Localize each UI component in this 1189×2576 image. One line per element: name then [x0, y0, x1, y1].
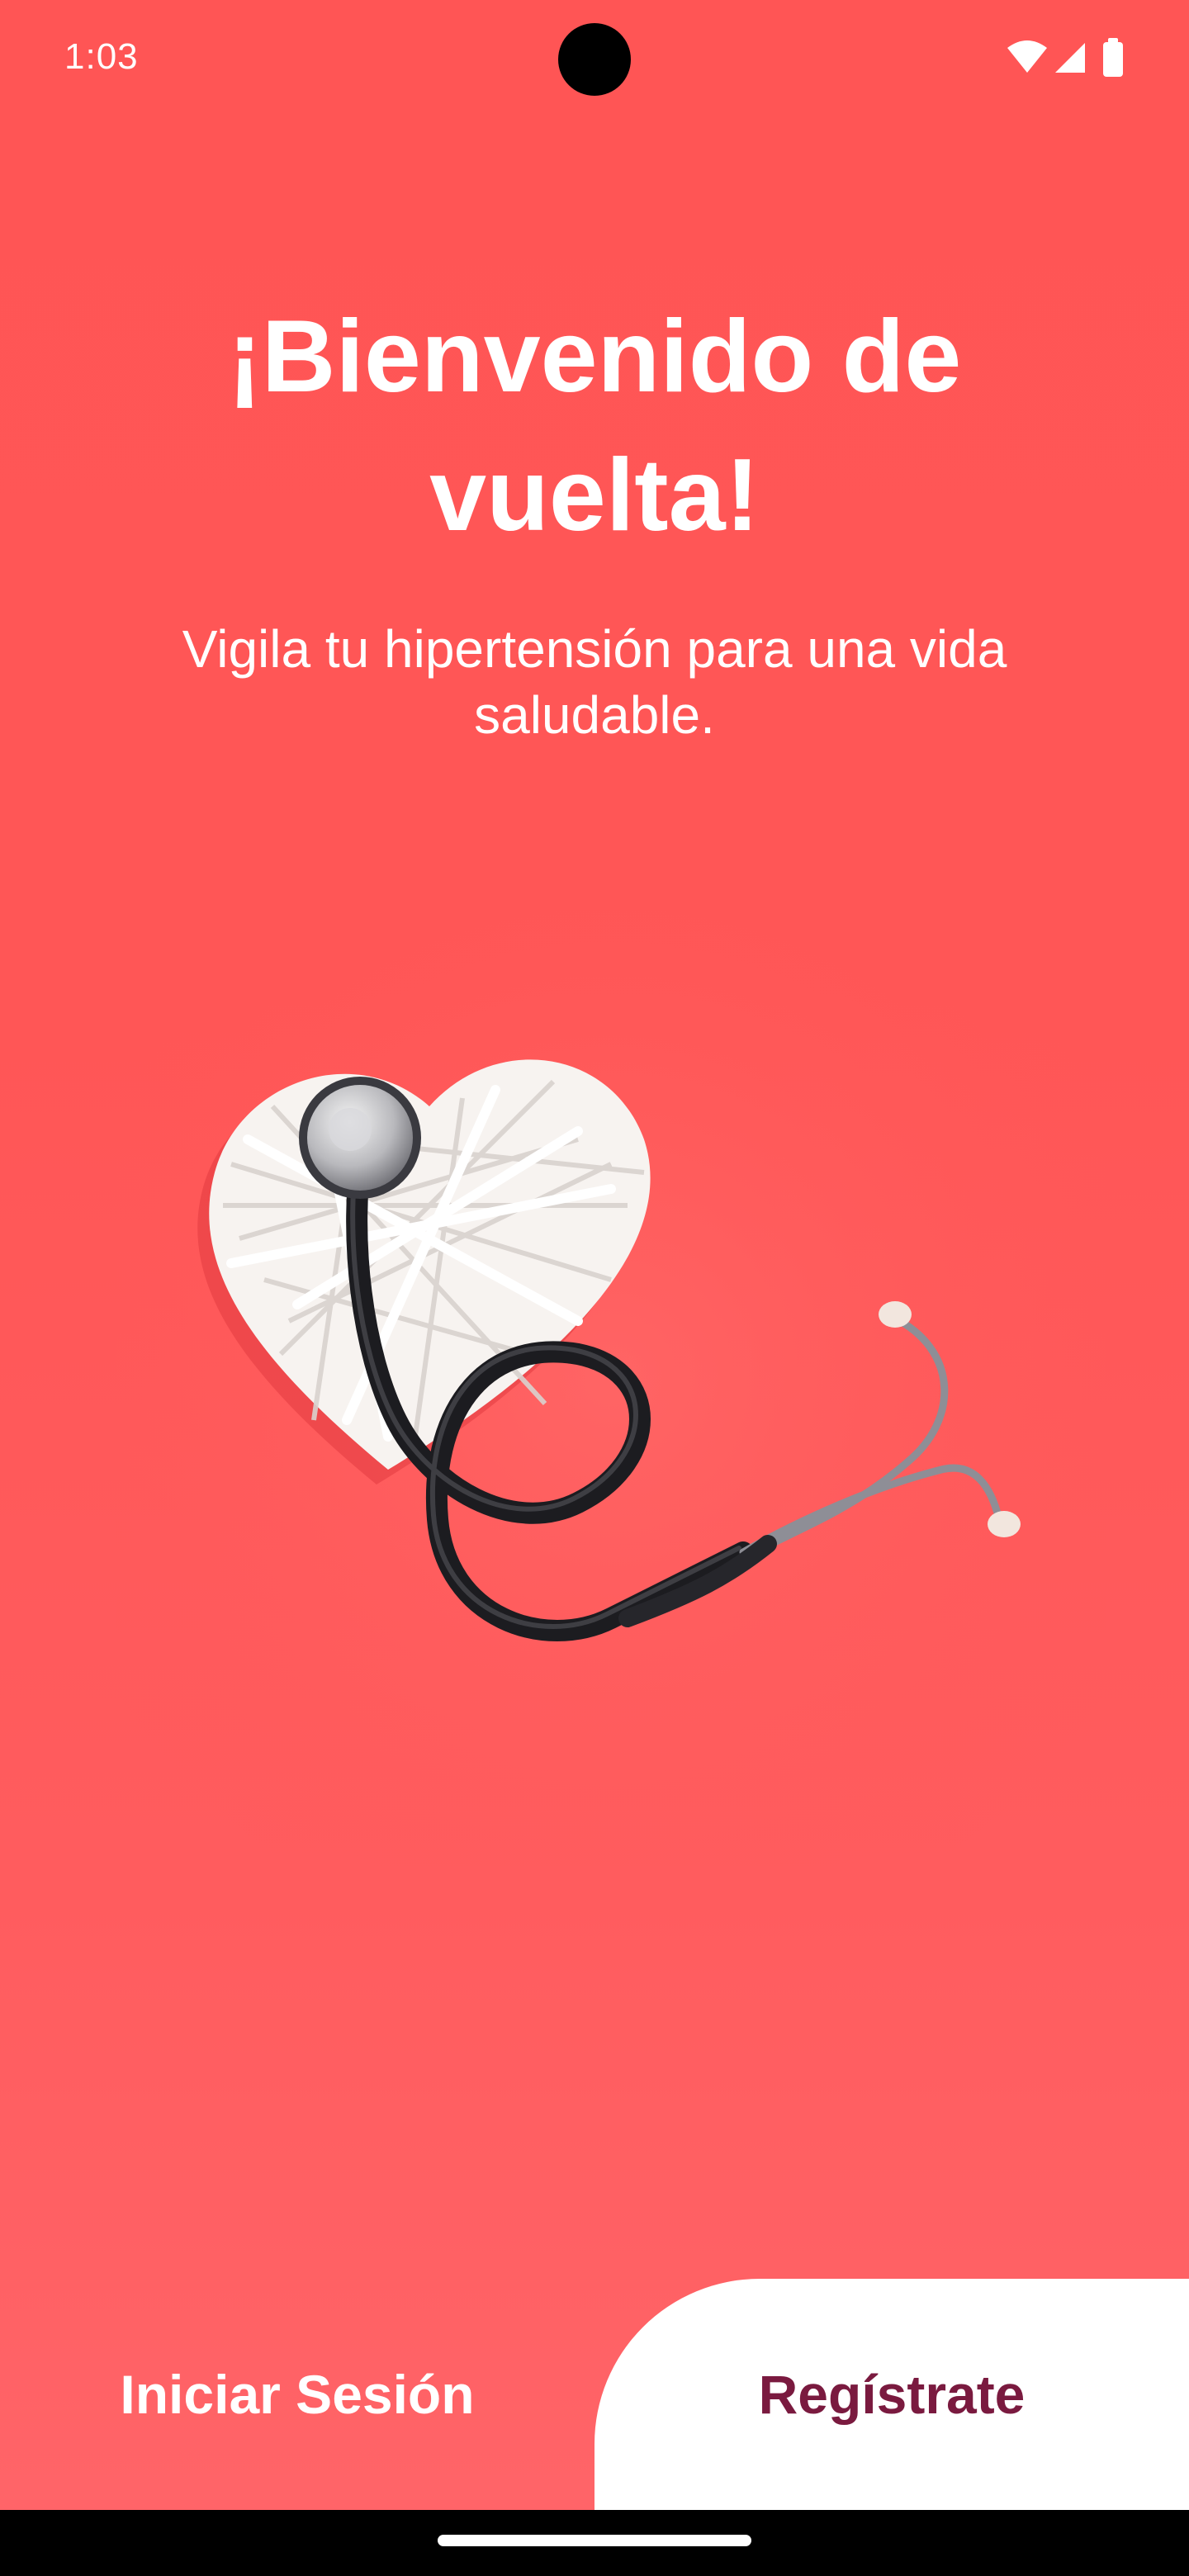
welcome-title: ¡Bienvenido de vuelta! — [227, 300, 962, 552]
navigation-bar — [0, 2510, 1189, 2576]
login-button[interactable]: Iniciar Sesión — [0, 2279, 594, 2510]
welcome-subtitle: Vigila tu hipertensión para una vida sal… — [182, 619, 1007, 745]
register-button[interactable]: Regístrate — [594, 2279, 1189, 2510]
home-indicator[interactable] — [438, 2535, 751, 2546]
earpiece-left — [879, 1301, 912, 1328]
heart-stethoscope-illustration — [116, 892, 1106, 1866]
status-icons — [1007, 38, 1123, 77]
wifi-icon — [1007, 40, 1047, 73]
chest-piece — [299, 1077, 421, 1199]
battery-icon — [1103, 38, 1123, 77]
status-time: 1:03 — [64, 36, 139, 77]
auth-actions: Iniciar Sesión Regístrate — [0, 2279, 1189, 2510]
welcome-screen: 1:03 ¡Bienvenido de vuelta! Vigila tu hi… — [0, 0, 1189, 2510]
status-bar: 1:03 — [0, 0, 1189, 116]
camera-cutout — [558, 23, 631, 96]
signal-icon — [1055, 43, 1085, 73]
earpiece-right — [988, 1511, 1021, 1537]
